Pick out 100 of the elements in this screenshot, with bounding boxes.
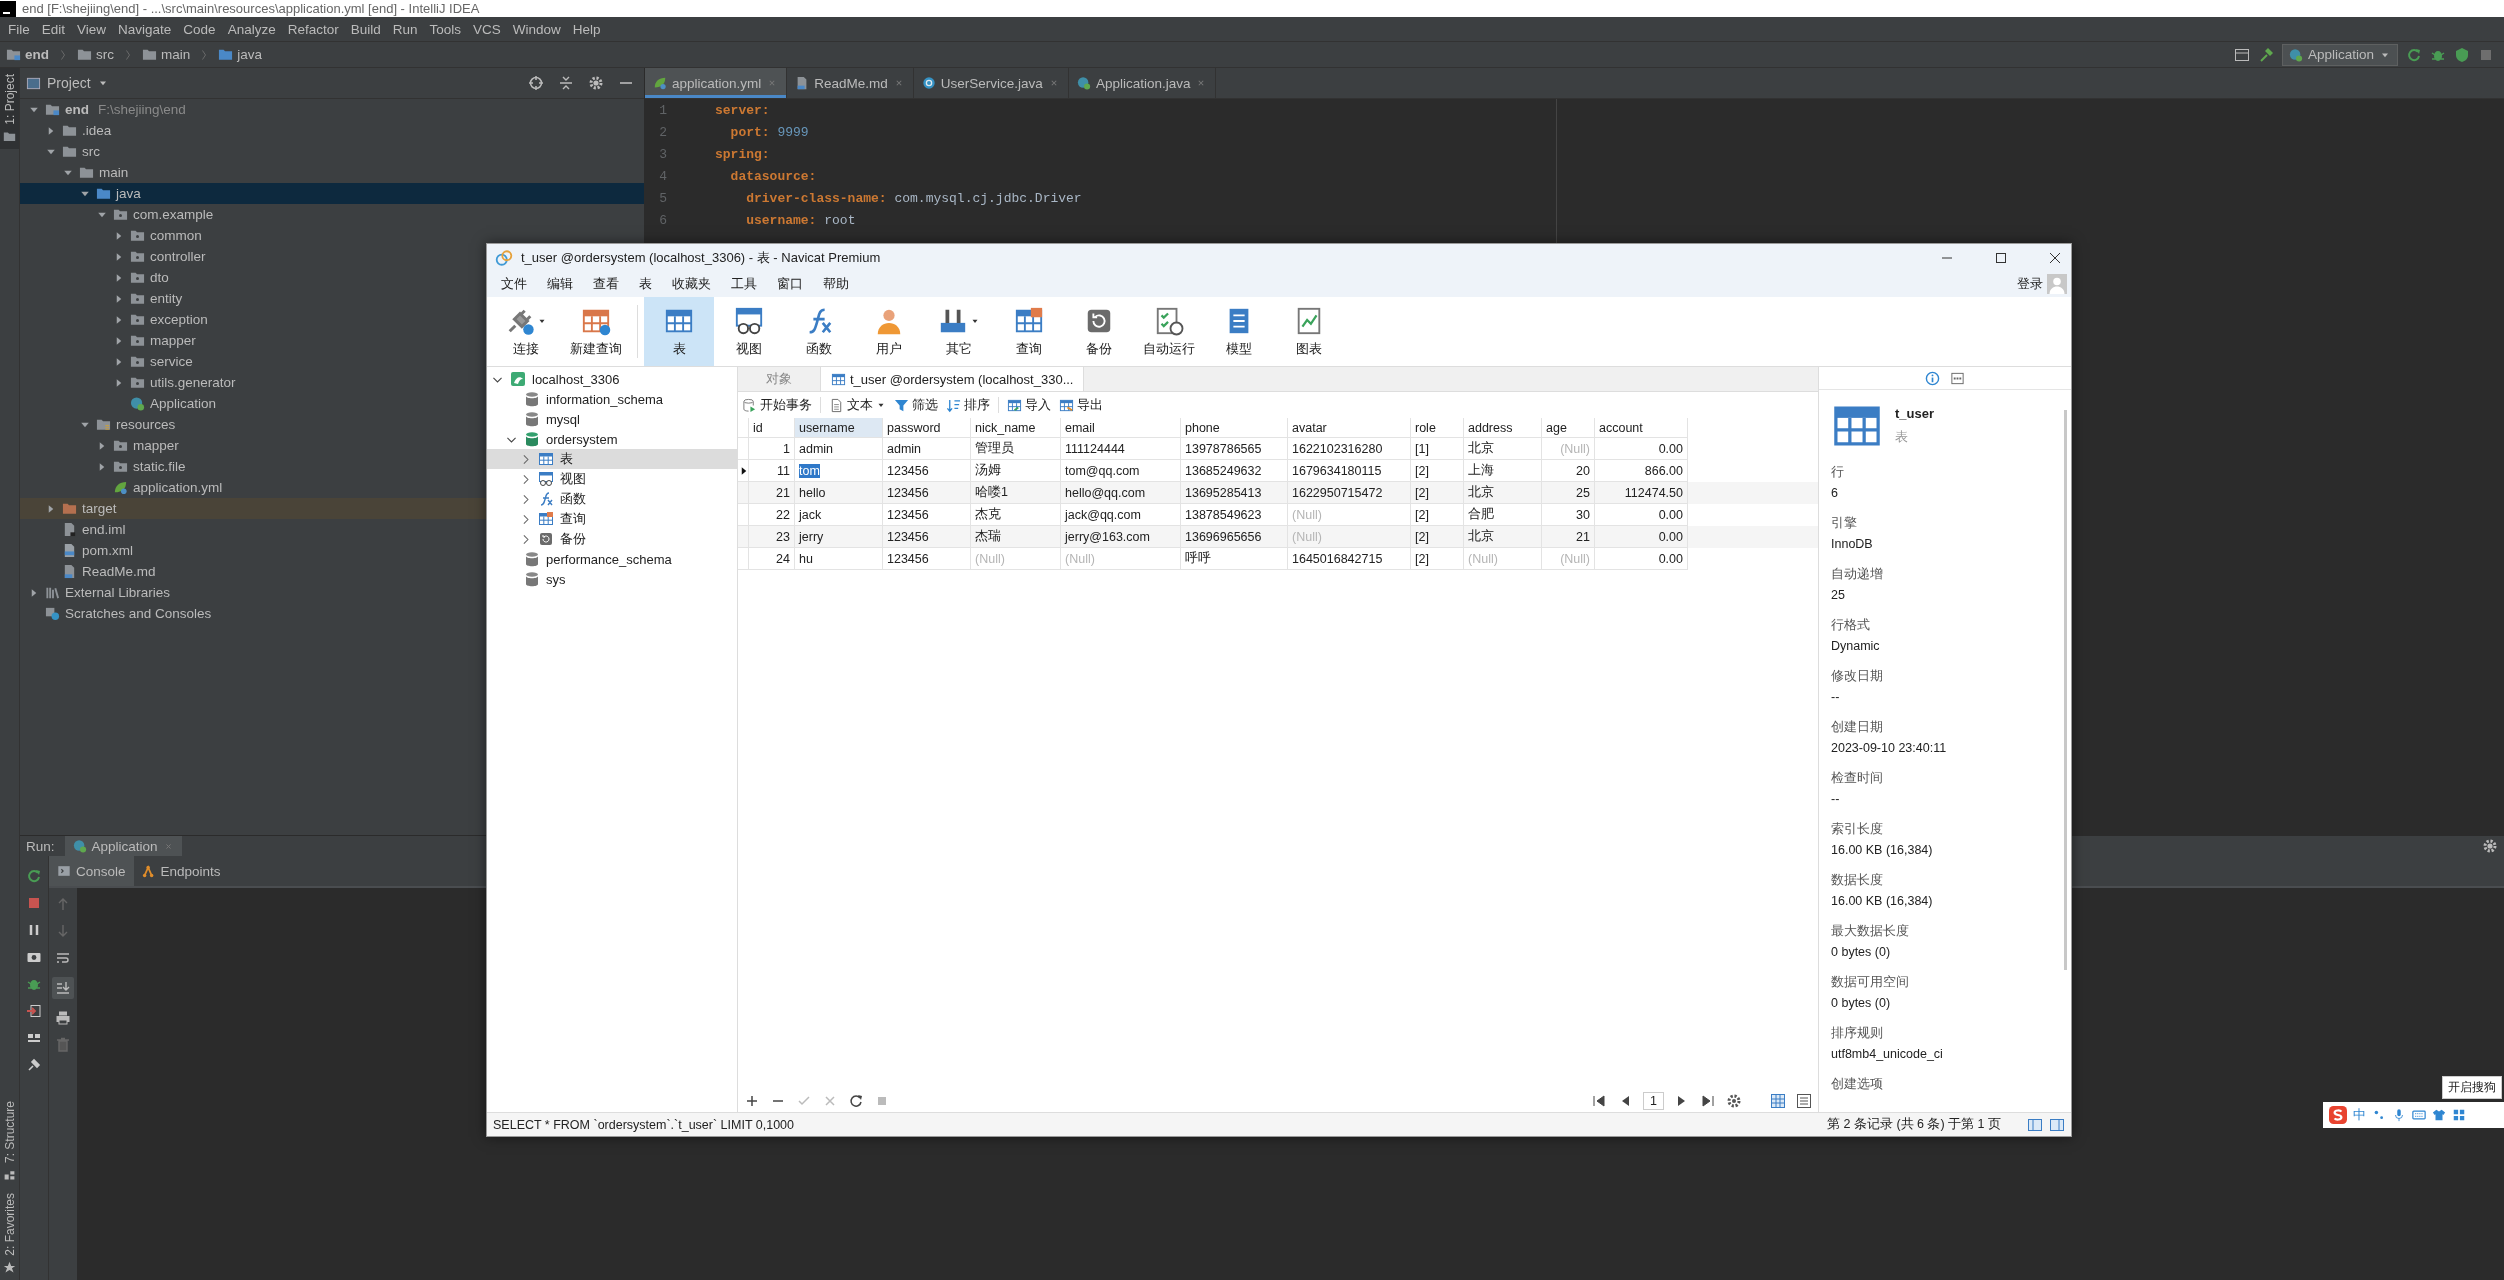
toolbar-button[interactable]: 其它 [924, 297, 994, 366]
tree-item[interactable]: ordersystem [487, 429, 737, 449]
tree-item[interactable]: main [20, 162, 644, 183]
toolbar-button[interactable]: 表 [644, 297, 714, 366]
menu-item[interactable]: Navigate [112, 21, 178, 37]
tree-item[interactable]: end F:\shejiing\end [20, 99, 644, 120]
input-mode-button[interactable]: 中 [2353, 1106, 2366, 1124]
menu-item[interactable]: 编辑 [537, 275, 583, 293]
first-page-icon[interactable] [1591, 1093, 1608, 1109]
menu-item[interactable]: Refactor [281, 21, 345, 37]
menu-item[interactable]: Edit [35, 21, 72, 37]
rerun-icon[interactable] [26, 868, 42, 884]
microphone-icon[interactable] [2392, 1108, 2406, 1122]
menu-item[interactable]: 查看 [583, 275, 629, 293]
toolbar-button[interactable]: 用户 [854, 297, 924, 366]
tool-window-tab[interactable]: 2: Favorites [0, 1187, 19, 1280]
menu-item[interactable]: 表 [629, 275, 662, 293]
tab[interactable]: Endpoints [133, 856, 229, 886]
collapse-all-icon[interactable] [558, 75, 574, 91]
menu-item[interactable]: 帮助 [813, 275, 859, 293]
tree-item[interactable]: Scratches and Consoles [20, 603, 644, 624]
breadcrumb-item[interactable]: src [77, 47, 114, 62]
menu-item[interactable]: Code [177, 21, 222, 37]
menu-item[interactable]: Window [506, 21, 567, 37]
tree-item[interactable]: 视图 [487, 469, 737, 489]
column-header[interactable]: account [1595, 418, 1688, 438]
settings-icon[interactable] [588, 75, 604, 91]
menu-item[interactable]: View [71, 21, 113, 37]
settings-icon[interactable] [1726, 1093, 1742, 1109]
toolbar-button[interactable]: 自动运行 [1134, 297, 1204, 366]
toolbar-button[interactable]: 图表 [1274, 297, 1344, 366]
rerun-icon[interactable] [2406, 46, 2422, 63]
menu-item[interactable]: Analyze [221, 21, 282, 37]
menu-item[interactable]: Help [566, 21, 607, 37]
tree-item[interactable]: mysql [487, 409, 737, 429]
keyboard-icon[interactable] [2412, 1108, 2426, 1122]
tree-item[interactable]: information_schema [487, 389, 737, 409]
wrap-icon[interactable] [55, 950, 71, 966]
menu-item[interactable]: Tools [423, 21, 467, 37]
toolbar-button[interactable]: 排序 [946, 396, 990, 414]
column-header[interactable]: phone [1181, 418, 1288, 438]
column-header[interactable]: username [795, 418, 883, 438]
tree-item[interactable]: sys [487, 569, 737, 589]
panel-title-dropdown[interactable]: Project [26, 75, 109, 91]
tree-item[interactable]: .idea [20, 120, 644, 141]
tree-item[interactable]: 备份 [487, 529, 737, 549]
breadcrumb-item[interactable]: end [6, 47, 49, 62]
tree-item[interactable]: common [20, 225, 644, 246]
crosshair-icon[interactable] [528, 75, 544, 91]
scroll-to-end-icon[interactable] [55, 980, 71, 996]
exit-icon[interactable] [26, 1003, 42, 1019]
menu-item[interactable]: 工具 [721, 275, 767, 293]
punctuation-icon[interactable] [2372, 1108, 2386, 1122]
stop-icon[interactable] [26, 895, 42, 911]
pin-icon[interactable] [26, 1057, 42, 1073]
editor-tab[interactable]: UserService.java [913, 68, 1069, 98]
tree-item[interactable]: performance_schema [487, 549, 737, 569]
toolbar-button[interactable]: 函数 [784, 297, 854, 366]
tool-window-tab[interactable]: 7: Structure [0, 1095, 19, 1188]
form-view-icon[interactable] [1796, 1093, 1812, 1109]
tab[interactable]: 对象 [738, 367, 820, 391]
column-header[interactable]: nick_name [971, 418, 1061, 438]
tree-item[interactable]: src [20, 141, 644, 162]
column-header[interactable]: age [1542, 418, 1595, 438]
menu-item[interactable]: Run [386, 21, 424, 37]
logo-icon[interactable] [2329, 1106, 2347, 1124]
tab[interactable]: t_user @ordersystem (localhost_330... [820, 367, 1085, 391]
toolbar-button[interactable]: 视图 [714, 297, 784, 366]
menu-item[interactable]: 收藏夹 [662, 275, 721, 293]
tool-window-tab[interactable]: 1: Project [0, 68, 19, 149]
print-icon[interactable] [55, 1010, 71, 1026]
grid-view-icon[interactable] [1770, 1093, 1786, 1109]
last-page-icon[interactable] [1700, 1093, 1716, 1109]
info-icon[interactable] [1925, 370, 1940, 386]
menu-item[interactable]: 窗口 [767, 275, 813, 293]
menu-item[interactable]: Build [344, 21, 387, 37]
toolbar-button[interactable]: 文本 [829, 396, 886, 414]
toolbar-button[interactable]: 查询 [994, 297, 1064, 366]
menu-item[interactable]: 文件 [491, 275, 537, 293]
tree-item[interactable]: java [20, 183, 644, 204]
toolbar-button[interactable]: 备份 [1064, 297, 1134, 366]
column-header[interactable]: avatar [1288, 418, 1411, 438]
column-header[interactable]: email [1061, 418, 1181, 438]
column-header[interactable]: password [883, 418, 971, 438]
page-field[interactable]: 1 [1643, 1092, 1664, 1110]
settings-icon[interactable] [2482, 838, 2498, 854]
coverage-icon[interactable] [2454, 46, 2470, 63]
menu-item[interactable]: File [2, 21, 36, 37]
column-header[interactable]: address [1464, 418, 1542, 438]
tree-item[interactable]: com.example [20, 204, 644, 225]
layout-icon[interactable] [2233, 46, 2250, 63]
tree-item[interactable]: localhost_3306 [487, 369, 737, 389]
scrollbar[interactable] [2064, 410, 2067, 970]
shirt-icon[interactable] [2432, 1108, 2446, 1122]
toolbar-button[interactable]: 导入 [1007, 396, 1051, 414]
column-header[interactable]: role [1411, 418, 1464, 438]
breadcrumb-item[interactable]: main [142, 47, 191, 62]
left-pane-icon[interactable] [2027, 1116, 2043, 1133]
editor-tab[interactable]: ReadMe.md [787, 68, 914, 98]
right-pane-icon[interactable] [2049, 1116, 2065, 1133]
